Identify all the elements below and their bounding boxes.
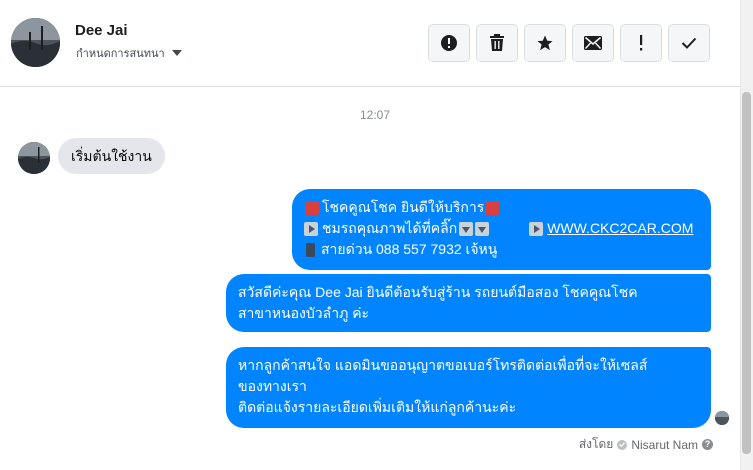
check-circle-icon xyxy=(617,439,628,450)
sent-by-label: ส่งโดย xyxy=(578,437,614,451)
scrollbar-thumb[interactable] xyxy=(742,92,751,454)
mark-unread-button[interactable] xyxy=(572,24,614,62)
message-line: ติดต่อแจ้งรายละเอียดเพิ่มเติมให้แก่ลูกค้… xyxy=(238,399,517,415)
exclamation-icon xyxy=(638,35,644,51)
message-line: สาขาหนองบัวลำภู ค่ะ xyxy=(238,305,370,321)
mark-done-button[interactable] xyxy=(668,24,710,62)
mobile-phone-emoji-icon xyxy=(306,242,315,257)
message-line: โชคคูณโชค ยินดีให้บริการ xyxy=(322,199,485,215)
message-line: ชมรถคุณภาพได้ที่คลิ๊ก xyxy=(322,220,458,236)
envelope-icon xyxy=(584,36,602,50)
outgoing-message: โชคคูณโชค ยินดีให้บริการ ชมรถคุณภาพได้ที… xyxy=(292,189,711,270)
play-button-emoji-icon xyxy=(529,221,544,236)
play-button-emoji-icon xyxy=(304,221,318,236)
seen-indicator-avatar xyxy=(715,411,729,425)
outgoing-message: สวัสดีค่ะคุณ Dee Jai ยินดีต้อนรับสู่ร้าน… xyxy=(226,274,711,332)
outgoing-message: หากลูกค้าสนใจ แอดมินขออนุญาตขอเบอร์โทรติ… xyxy=(226,347,711,428)
contact-avatar[interactable] xyxy=(11,18,60,67)
message-timestamp: 12:07 xyxy=(359,108,391,122)
mark-spam-button[interactable] xyxy=(620,24,662,62)
contact-name[interactable]: Dee Jai xyxy=(75,22,128,39)
alert-circle-icon xyxy=(440,34,458,52)
star-button[interactable] xyxy=(524,24,566,62)
conversation-label-dropdown[interactable]: กำหนดการสนทนา xyxy=(76,44,182,62)
message-line: สายด่วน 088 557 7932 เจ้หนู xyxy=(321,241,498,257)
sent-by-info: ส่งโดย Nisarut Nam ? xyxy=(579,435,713,454)
trash-icon xyxy=(489,34,505,52)
caret-down-icon xyxy=(171,50,182,56)
checkmark-icon xyxy=(681,37,697,49)
down-arrow-emoji-icon xyxy=(459,221,474,236)
message-line: ของทางเรา xyxy=(238,378,307,394)
website-link[interactable]: WWW.CKC2CAR.COM xyxy=(547,218,693,239)
fireworks-emoji-icon xyxy=(305,200,319,215)
incoming-message: เริ่มต้นใช้งาน xyxy=(58,138,165,174)
delete-button[interactable] xyxy=(476,24,518,62)
report-button[interactable] xyxy=(428,24,470,62)
sent-by-name: Nisarut Nam xyxy=(631,437,698,452)
down-arrow-emoji-icon xyxy=(475,221,490,236)
sender-avatar xyxy=(18,142,50,174)
help-icon[interactable]: ? xyxy=(702,439,713,450)
message-line: หากลูกค้าสนใจ แอดมินขออนุญาตขอเบอร์โทรติ… xyxy=(238,357,648,373)
conversation-header: Dee Jai กำหนดการสนทนา xyxy=(0,0,740,87)
conversation-label-text: กำหนดการสนทนา xyxy=(76,48,165,60)
message-line: สวัสดีค่ะคุณ Dee Jai ยินดีต้อนรับสู่ร้าน… xyxy=(238,284,638,300)
fireworks-emoji-icon xyxy=(485,200,500,215)
action-toolbar xyxy=(428,24,710,62)
star-icon xyxy=(536,34,554,52)
